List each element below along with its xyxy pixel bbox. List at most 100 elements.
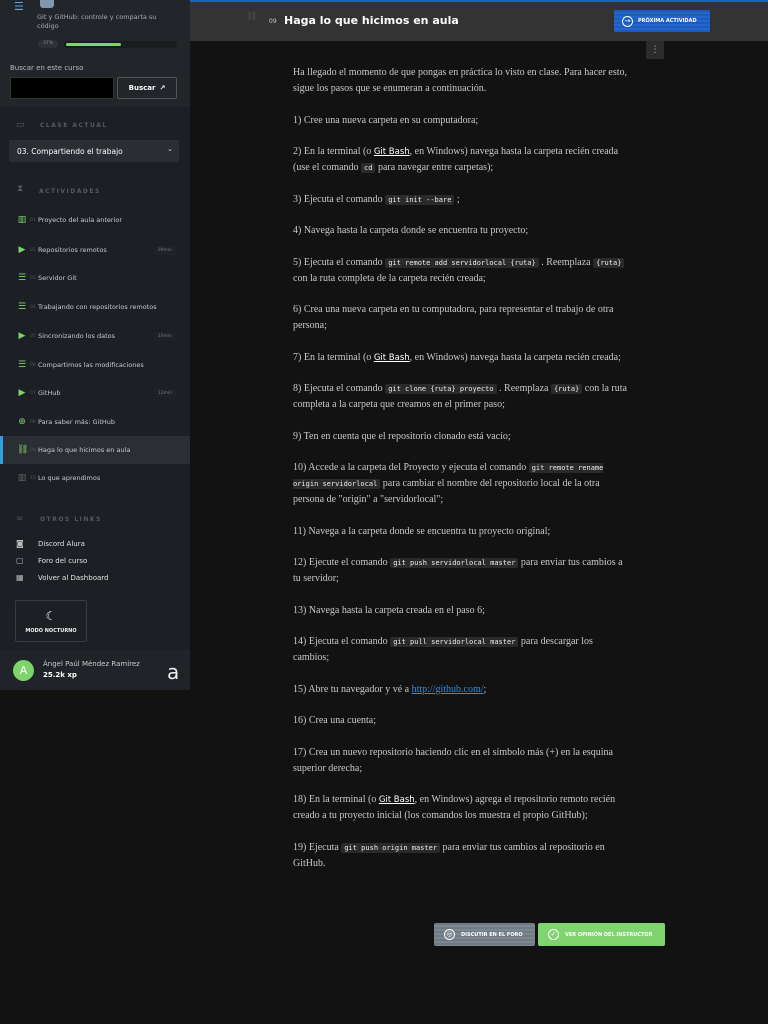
menu-collapse-icon[interactable]: ☰ — [14, 0, 28, 13]
step-text: ; — [483, 683, 487, 695]
night-mode-label: MODO NOCTURNO — [25, 627, 77, 634]
external-link[interactable]: http://github.com/ — [412, 684, 484, 695]
inline-code: git push servidorlocal master — [390, 558, 519, 568]
current-class-heading: CLASE ACTUAL — [40, 122, 108, 129]
instruction-step: 5) Ejecuta el comando git remote add ser… — [293, 255, 630, 287]
activity-item[interactable]: ▶ 07 GitHub 12min — [0, 380, 190, 406]
instruction-step: 18) En la terminal (o Git Bash, en Windo… — [293, 792, 630, 824]
current-class-select[interactable]: 03. Compartiendo el trabajo ⌄ — [9, 140, 179, 162]
activity-number: 04 — [30, 304, 36, 310]
discuss-forum-button[interactable]: ◎ DISCUTIR EN EL FORO — [434, 923, 535, 946]
links-heading: OTROS LINKS — [40, 516, 102, 523]
sidebar-link[interactable]: ▦ Volver al Dashboard — [16, 573, 108, 582]
activity-item[interactable]: ⛓ 09 Haga lo que hicimos en aula — [0, 436, 190, 464]
activity-label: Compartimos las modificaciones — [38, 361, 144, 369]
progress-fill — [66, 43, 121, 46]
activity-number: 10 — [30, 475, 36, 481]
video-icon: ▶ — [18, 331, 26, 341]
activity-item[interactable]: ⊕ 08 Para saber más: GitHub — [0, 409, 190, 435]
course-logo — [40, 0, 54, 8]
step-text: 12) Ejecute el comando — [293, 557, 391, 568]
instruction-step: 19) Ejecuta git push origin master para … — [293, 840, 630, 872]
search-button[interactable]: Buscar ↗ — [117, 77, 177, 99]
sidebar-link-label: Foro del curso — [38, 556, 88, 565]
chevron-down-icon: ⌄ — [167, 145, 173, 153]
instructor-opinion-label: VER OPINIÓN DEL INSTRUCTOR — [565, 931, 653, 938]
instruction-step: 15) Abre tu navegador y vé a http://gith… — [293, 682, 630, 698]
step-text: 11) Navega a la carpeta donde se encuent… — [293, 525, 551, 537]
instruction-step: 14) Ejecuta el comando git pull servidor… — [293, 634, 630, 666]
alura-logo[interactable]: a — [167, 660, 179, 684]
step-text: Ha llegado el momento de que pongas en p… — [293, 67, 628, 94]
book-icon: ▥ — [17, 215, 27, 225]
inline-code: {ruta} — [593, 257, 625, 268]
inline-code: git pull servidorlocal master — [390, 637, 519, 647]
more-options-button[interactable]: ⋮ — [646, 41, 664, 59]
next-activity-label: PRÓXIMA ACTIVIDAD — [638, 18, 697, 24]
step-text: 10) Accede a la carpeta del Proyecto y e… — [293, 462, 529, 473]
current-class-value: 03. Compartiendo el trabajo — [17, 146, 123, 156]
sidebar-link-label: Discord Alura — [38, 539, 85, 548]
inline-code: git clone {ruta} proyecto — [385, 384, 497, 394]
emphasis-text: Git Bash — [378, 795, 415, 805]
links-icon: ∞ — [16, 514, 24, 524]
lifebuoy-icon: ◎ — [444, 929, 455, 940]
activity-label: Proyecto del aula anterior — [38, 216, 123, 224]
activity-label: Trabajando con repositorios remotos — [38, 303, 157, 311]
activity-item[interactable]: ▥ 01 Proyecto del aula anterior — [0, 207, 190, 233]
step-text: 8) Ejecuta el comando — [293, 383, 386, 394]
user-name[interactable]: Ángel Paúl Méndez Ramírez — [43, 660, 140, 668]
step-text: ; — [454, 193, 460, 205]
activity-item[interactable]: ▶ 02 Repositorios remotos 09min — [0, 237, 190, 263]
step-text: 6) Crea una nueva carpeta en tu computad… — [293, 304, 614, 331]
activities-heading: ACTIVIDADES — [39, 188, 101, 195]
instruction-step: 10) Accede a la carpeta del Proyecto y e… — [293, 460, 630, 508]
search-input[interactable] — [10, 77, 114, 99]
instruction-step: 4) Navega hasta la carpeta donde se encu… — [293, 223, 630, 239]
step-text: 18) En la terminal (o — [293, 794, 379, 805]
activity-label: Para saber más: GitHub — [38, 418, 116, 426]
instruction-step: 16) Crea una cuenta; — [293, 713, 630, 729]
video-icon: ▶ — [18, 388, 26, 398]
instruction-step: 12) Ejecute el comando git push servidor… — [293, 555, 630, 587]
activity-item[interactable]: ☰ 03 Servidor Git — [0, 265, 190, 291]
activity-header: ⛓ 09 Haga lo que hicimos en aula → PRÓXIM… — [190, 2, 768, 41]
activity-item[interactable]: ☰ 04 Trabajando con repositorios remotos — [0, 294, 190, 320]
night-mode-button[interactable]: ☾ MODO NOCTURNO — [15, 600, 87, 642]
step-text: para navegar entre carpetas); — [375, 162, 494, 173]
instruction-step: 11) Navega a la carpeta donde se encuent… — [293, 524, 630, 540]
activity-item[interactable]: ▥ 10 Lo que aprendimos — [0, 465, 190, 491]
course-title[interactable]: Git y GitHub: controle y comparta su cód… — [37, 13, 167, 31]
inline-code: {ruta} — [550, 384, 583, 394]
avatar[interactable]: A — [13, 660, 34, 681]
emphasis-text: Git Bash — [373, 352, 410, 363]
explore-icon: ⊕ — [18, 417, 26, 427]
activity-number: 01 — [30, 217, 36, 223]
activity-number: 06 — [30, 362, 36, 368]
step-text: 15) Abre tu navegador y vé a — [293, 683, 412, 695]
instruction-step: 8) Ejecuta el comando git clone {ruta} p… — [293, 381, 630, 413]
external-link-icon: ↗ — [159, 84, 166, 92]
moon-icon: ☾ — [45, 608, 57, 623]
activity-item[interactable]: ☰ 06 Compartimos las modificaciones — [0, 352, 190, 378]
activity-number: 05 — [30, 333, 36, 339]
step-text: 13) Navega hasta la carpeta creada en el… — [293, 604, 485, 616]
activity-label: Repositorios remotos — [38, 246, 107, 254]
inline-code: cd — [361, 163, 376, 173]
sidebar-link[interactable]: ▢ Foro del curso — [16, 556, 87, 565]
forum-icon: ▢ — [16, 556, 24, 565]
next-activity-button[interactable]: → PRÓXIMA ACTIVIDAD — [614, 10, 710, 32]
step-text: , en Windows) navega hasta la carpeta re… — [409, 351, 621, 363]
step-text: 5) Ejecuta el comando — [293, 256, 386, 268]
step-text: 16) Crea una cuenta; — [293, 715, 377, 726]
step-text: 2) En la terminal (o — [293, 146, 374, 157]
progress-bar — [64, 41, 177, 48]
activity-label: Haga lo que hicimos en aula — [38, 446, 131, 454]
step-text: . Reemplaza — [496, 383, 551, 394]
instruction-step: 7) En la terminal (o Git Bash, en Window… — [293, 350, 630, 366]
instructor-opinion-button[interactable]: ✓ VER OPINIÓN DEL INSTRUCTOR — [538, 923, 665, 946]
activity-item[interactable]: ▶ 05 Sincronizando los datos 10min — [0, 323, 190, 349]
inline-code: git init --bare — [385, 194, 455, 205]
sidebar-link[interactable]: ◙ Discord Alura — [16, 539, 85, 548]
search-label: Buscar en este curso — [10, 64, 84, 72]
